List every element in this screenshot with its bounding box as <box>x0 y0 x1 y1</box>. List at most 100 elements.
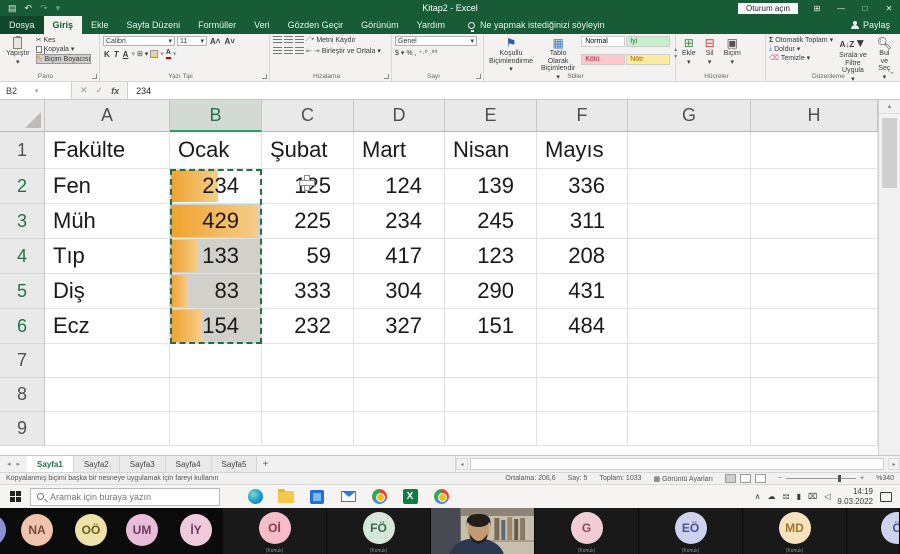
column-header-H[interactable]: H <box>751 100 878 132</box>
menu-tab-formüller[interactable]: Formüller <box>189 16 245 34</box>
fill-button[interactable]: ⤓Doldur ▾ <box>769 45 833 53</box>
style-i̇yi[interactable]: İyi <box>626 36 670 47</box>
clipboard-dialog-launcher[interactable] <box>92 74 97 79</box>
row-header-7[interactable]: 7 <box>0 344 45 378</box>
align-right-icon[interactable] <box>295 47 304 55</box>
participant-partial-left[interactable] <box>0 514 6 546</box>
taskbar-icon-excel[interactable]: X <box>399 486 421 508</box>
select-all-corner[interactable] <box>0 100 45 132</box>
share-button[interactable]: Paylaş <box>851 16 900 34</box>
cell-B5[interactable]: 83 <box>170 274 262 309</box>
column-header-A[interactable]: A <box>45 100 170 132</box>
percent-icon[interactable]: % <box>406 50 412 57</box>
cell-G6[interactable] <box>628 309 751 344</box>
participant-avatar-İY[interactable]: İY <box>180 514 212 546</box>
column-header-F[interactable]: F <box>537 100 628 132</box>
sheet-tab-sayfa3[interactable]: Sayfa3 <box>120 456 166 472</box>
cell-A7[interactable] <box>45 344 170 378</box>
cell-D3[interactable]: 234 <box>354 204 445 239</box>
taskbar-icon-file-explorer[interactable] <box>275 486 297 508</box>
cell-A2[interactable]: Fen <box>45 169 170 204</box>
cell-F2[interactable]: 336 <box>537 169 628 204</box>
grow-font-icon[interactable]: A˄ <box>209 37 221 46</box>
battery-icon[interactable]: ▮ <box>797 492 801 501</box>
cell-B8[interactable] <box>170 378 262 412</box>
start-button[interactable] <box>0 485 30 509</box>
menu-tab-sayfa-düzeni[interactable]: Sayfa Düzeni <box>118 16 190 34</box>
cell-E6[interactable]: 151 <box>445 309 537 344</box>
hscroll-thumb[interactable] <box>470 458 884 470</box>
cell-A3[interactable]: Müh <box>45 204 170 239</box>
style-nötr[interactable]: Nötr <box>626 54 670 65</box>
menu-tab-yardım[interactable]: Yardım <box>408 16 454 34</box>
row-header-3[interactable]: 3 <box>0 204 45 239</box>
cell-A1[interactable]: Fakülte <box>45 132 170 169</box>
cancel-entry-icon[interactable]: ✕ <box>80 85 88 96</box>
cell-H2[interactable] <box>751 169 878 204</box>
close-button[interactable]: ✕ <box>878 0 900 16</box>
merge-center-button[interactable]: Birleştir ve Ortala ▾ <box>322 47 381 55</box>
cell-E3[interactable]: 245 <box>445 204 537 239</box>
cell-G4[interactable] <box>628 239 751 274</box>
cell-E9[interactable] <box>445 412 537 446</box>
row-header-8[interactable]: 8 <box>0 378 45 412</box>
orientation-icon[interactable]: ⟋▾ <box>306 36 314 44</box>
sort-filter-button[interactable]: A↓Z▼ Sırala ve Filtre Uygula▾ <box>836 36 870 71</box>
format-cells-button[interactable]: ▣ Biçim▾ <box>721 36 744 71</box>
cell-F4[interactable]: 208 <box>537 239 628 274</box>
column-header-E[interactable]: E <box>445 100 537 132</box>
cell-D1[interactable]: Mart <box>354 132 445 169</box>
find-select-button[interactable]: 🔍︎ Bul ve Seç▾ <box>873 36 896 71</box>
cell-E5[interactable]: 290 <box>445 274 537 309</box>
cell-F7[interactable] <box>537 344 628 378</box>
align-center-icon[interactable] <box>284 47 293 55</box>
taskbar-icon-blue-app[interactable] <box>306 486 328 508</box>
indent-icons[interactable]: ⇤ ⇥ <box>306 47 320 55</box>
underline-button[interactable]: A <box>122 50 130 59</box>
taskbar-icon-edge[interactable] <box>244 486 266 508</box>
clear-button[interactable]: ⌫Temizle ▾ <box>769 54 833 62</box>
insert-function-icon[interactable]: fx <box>111 86 119 96</box>
onedrive-icon[interactable]: ☁ <box>767 492 775 501</box>
style-kötü[interactable]: Kötü <box>581 54 625 65</box>
volume-icon[interactable]: ◁ <box>824 492 830 501</box>
cell-C7[interactable] <box>262 344 354 378</box>
tab-scroll-right-icon[interactable]: ▸ <box>17 460 21 468</box>
cell-E2[interactable]: 139 <box>445 169 537 204</box>
cell-C4[interactable]: 59 <box>262 239 354 274</box>
clock[interactable]: 14:19 9.03.2022 <box>837 487 873 505</box>
participant-tile-EÖ[interactable]: EÖ(Konuk) <box>639 508 742 554</box>
conditional-formatting-button[interactable]: ⚑ Koşullu Biçimlendirme▾ <box>487 36 535 71</box>
cell-B2[interactable]: 234 <box>170 169 262 204</box>
cell-B7[interactable] <box>170 344 262 378</box>
cell-B1[interactable]: Ocak <box>170 132 262 169</box>
taskbar-icon-chrome-2[interactable] <box>430 486 452 508</box>
signin-button[interactable]: Oturum açın <box>738 3 798 14</box>
zoom-level[interactable]: %340 <box>876 475 894 482</box>
column-header-G[interactable]: G <box>628 100 751 132</box>
cell-H1[interactable] <box>751 132 878 169</box>
cell-C9[interactable] <box>262 412 354 446</box>
page-break-view-icon[interactable] <box>755 474 766 483</box>
cell-F9[interactable] <box>537 412 628 446</box>
cell-G2[interactable] <box>628 169 751 204</box>
copy-button[interactable]: Kopyala ▾ <box>36 45 92 53</box>
cell-H7[interactable] <box>751 344 878 378</box>
cell-A6[interactable]: Ecz <box>45 309 170 344</box>
participant-tile-G[interactable]: G(Konuk) <box>535 508 638 554</box>
cell-D2[interactable]: 124 <box>354 169 445 204</box>
style-normal[interactable]: Normal <box>581 36 625 47</box>
row-header-9[interactable]: 9 <box>0 412 45 446</box>
menu-tab-gözden-geçir[interactable]: Gözden Geçir <box>279 16 353 34</box>
tab-scroll-left-icon[interactable]: ◂ <box>7 460 11 468</box>
align-middle-icon[interactable] <box>284 36 293 44</box>
cell-H6[interactable] <box>751 309 878 344</box>
sheet-tab-sayfa1[interactable]: Sayfa1 <box>27 456 74 472</box>
cell-A4[interactable]: Tıp <box>45 239 170 274</box>
collapse-ribbon-icon[interactable]: ⌃ <box>889 71 895 79</box>
cell-C3[interactable]: 225 <box>262 204 354 239</box>
menu-tab-dosya[interactable]: Dosya <box>0 16 44 34</box>
participant-avatar-UM[interactable]: UM <box>126 514 158 546</box>
cell-E8[interactable] <box>445 378 537 412</box>
currency-icon[interactable]: $ ▾ <box>395 49 404 57</box>
